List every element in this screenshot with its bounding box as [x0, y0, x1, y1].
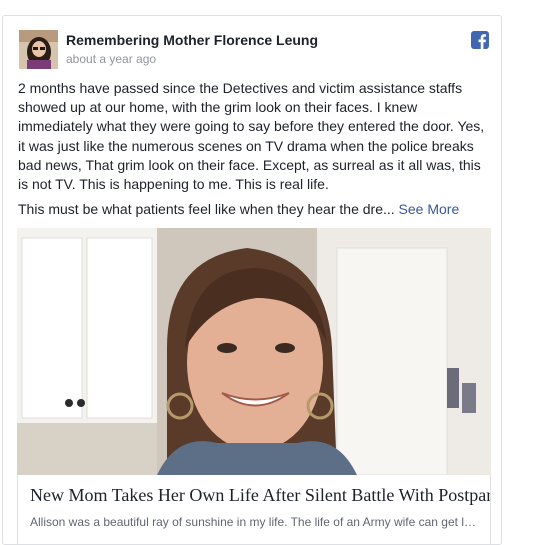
post-body-paragraph: 2 months have passed since the Detective… [18, 80, 485, 193]
post-author[interactable]: Remembering Mother Florence Leung [66, 32, 318, 48]
facebook-icon[interactable] [471, 31, 489, 49]
avatar-photo [19, 30, 58, 69]
link-preview-title[interactable]: New Mom Takes Her Own Life After Silent … [30, 485, 490, 506]
facebook-post-card: Remembering Mother Florence Leung about … [2, 15, 502, 545]
avatar[interactable] [19, 30, 58, 69]
post-body-truncated: This must be what patients feel like whe… [18, 200, 488, 219]
link-preview-description: Allison was a beautiful ray of sunshine … [30, 515, 480, 529]
post-timestamp[interactable]: about a year ago [66, 52, 156, 66]
link-preview-info[interactable]: New Mom Takes Her Own Life After Silent … [17, 475, 491, 545]
link-preview-image[interactable] [17, 228, 491, 475]
post-body-excerpt: This must be what patients feel like whe… [18, 201, 395, 217]
see-more-link[interactable]: See More [399, 201, 460, 217]
